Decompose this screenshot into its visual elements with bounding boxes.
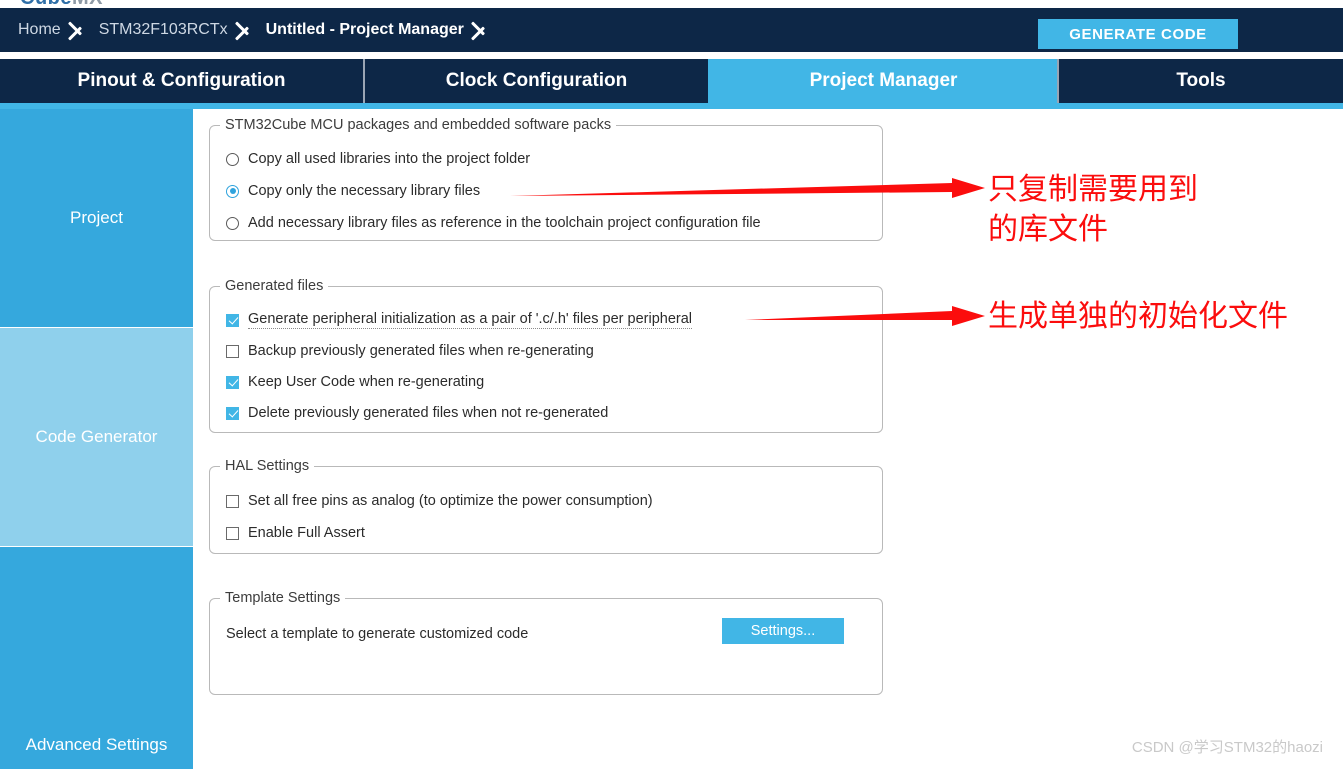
- breadcrumb-item-mcu[interactable]: STM32F103RCTx: [99, 8, 228, 52]
- radio-unchecked-icon: [226, 152, 239, 166]
- radio-copy-all-libraries[interactable]: Copy all used libraries into the project…: [226, 148, 530, 170]
- radio-checked-icon: [226, 184, 239, 198]
- mcu-packages-title: STM32Cube MCU packages and embedded soft…: [220, 117, 617, 133]
- checkbox-unchecked-icon: [226, 344, 239, 358]
- checkbox-generate-peripheral-init[interactable]: Generate peripheral initialization as a …: [226, 309, 692, 331]
- sidebar-item-advanced-settings[interactable]: Advanced Settings: [0, 547, 193, 769]
- tab-pinout-configuration[interactable]: Pinout & Configuration: [0, 59, 363, 103]
- radio-copy-only-necessary-label: Copy only the necessary library files: [248, 183, 481, 199]
- radio-copy-all-libraries-label: Copy all used libraries into the project…: [248, 151, 531, 167]
- hal-settings-groupbox: HAL Settings Set all free pins as analog…: [209, 458, 883, 554]
- logo-mx-text: MX: [72, 0, 103, 8]
- generated-files-groupbox: Generated files Generate peripheral init…: [209, 278, 883, 433]
- checkbox-unchecked-icon: [226, 494, 239, 508]
- generate-code-button[interactable]: GENERATE CODE: [1038, 19, 1238, 49]
- breadcrumb-bar: Home STM32F103RCTx Untitled - Project Ma…: [0, 8, 1343, 52]
- project-manager-sidebar: Project Code Generator Advanced Settings: [0, 109, 193, 769]
- chevron-right-icon-3: [464, 8, 502, 52]
- hal-settings-title: HAL Settings: [220, 458, 315, 474]
- tab-tools[interactable]: Tools: [1057, 59, 1343, 103]
- code-generator-panel: STM32Cube MCU packages and embedded soft…: [193, 109, 1343, 769]
- csdn-watermark: CSDN @学习STM32的haozi: [1131, 739, 1323, 756]
- radio-add-as-reference-label: Add necessary library files as reference…: [248, 215, 761, 231]
- checkbox-keep-user-code-label: Keep User Code when re-generating: [248, 374, 485, 390]
- checkbox-enable-full-assert-label: Enable Full Assert: [248, 525, 365, 541]
- breadcrumb: Home STM32F103RCTx Untitled - Project Ma…: [0, 8, 502, 52]
- sidebar-item-code-generator[interactable]: Code Generator: [0, 328, 193, 546]
- template-settings-description: Select a template to generate customized…: [226, 626, 529, 642]
- radio-add-as-reference[interactable]: Add necessary library files as reference…: [226, 212, 761, 234]
- cubemx-logo: CubeMX: [20, 0, 103, 8]
- radio-copy-only-necessary[interactable]: Copy only the necessary library files: [226, 180, 480, 202]
- checkbox-backup-previously-generated[interactable]: Backup previously generated files when r…: [226, 340, 594, 362]
- main-tabbar: Pinout & Configuration Clock Configurati…: [0, 59, 1343, 103]
- checkbox-delete-previously-generated[interactable]: Delete previously generated files when n…: [226, 402, 608, 424]
- generated-files-title: Generated files: [220, 278, 329, 294]
- app-logo-strip: CubeMX: [0, 0, 1343, 8]
- template-settings-button[interactable]: Settings...: [722, 618, 844, 644]
- tab-project-manager[interactable]: Project Manager: [708, 59, 1057, 103]
- checkbox-unchecked-icon: [226, 526, 239, 540]
- checkbox-delete-previously-generated-label: Delete previously generated files when n…: [248, 405, 609, 421]
- checkbox-checked-icon: [226, 375, 239, 389]
- template-settings-groupbox: Template Settings Select a template to g…: [209, 590, 883, 695]
- template-settings-title: Template Settings: [220, 590, 346, 606]
- checkbox-generate-peripheral-init-label: Generate peripheral initialization as a …: [248, 311, 692, 329]
- sidebar-item-project[interactable]: Project: [0, 109, 193, 327]
- checkbox-set-free-pins-analog[interactable]: Set all free pins as analog (to optimize…: [226, 490, 653, 512]
- mcu-packages-groupbox: STM32Cube MCU packages and embedded soft…: [209, 117, 883, 241]
- breadcrumb-item-home[interactable]: Home: [0, 8, 61, 52]
- chevron-right-icon-1: [61, 8, 99, 52]
- checkbox-keep-user-code[interactable]: Keep User Code when re-generating: [226, 371, 484, 393]
- radio-unchecked-icon: [226, 216, 239, 230]
- checkbox-set-free-pins-analog-label: Set all free pins as analog (to optimize…: [248, 493, 653, 509]
- checkbox-checked-icon: [226, 406, 239, 420]
- tab-clock-configuration[interactable]: Clock Configuration: [363, 59, 708, 103]
- checkbox-backup-previously-generated-label: Backup previously generated files when r…: [248, 343, 594, 359]
- logo-cube-text: Cube: [20, 0, 72, 8]
- stm32cubemx-window: CubeMX Home STM32F103RCTx Untitled - Pro…: [0, 0, 1343, 769]
- checkbox-enable-full-assert[interactable]: Enable Full Assert: [226, 522, 365, 544]
- checkbox-checked-icon: [226, 313, 239, 327]
- breadcrumb-item-current[interactable]: Untitled - Project Manager: [266, 8, 464, 52]
- chevron-right-icon-2: [228, 8, 266, 52]
